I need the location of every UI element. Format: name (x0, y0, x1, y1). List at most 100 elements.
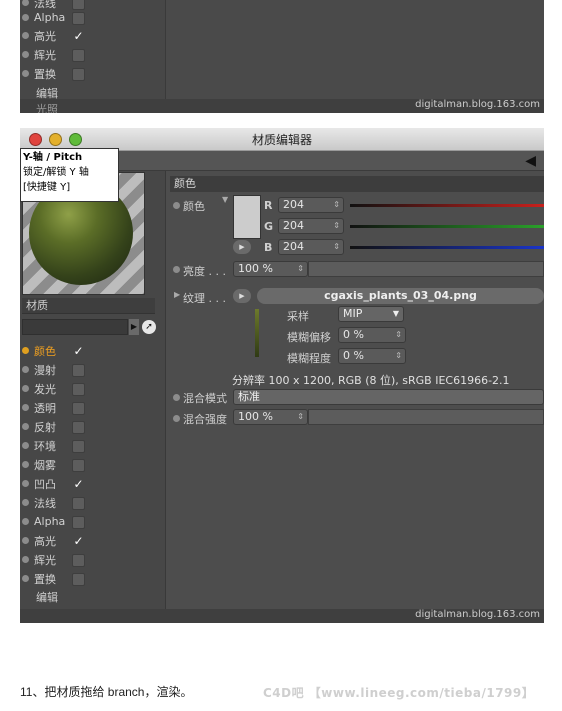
channel-label: 辉光 (34, 553, 56, 567)
mix-strength-field[interactable]: 100 % ⇕ (233, 409, 308, 425)
channel-row[interactable]: Alpha (20, 512, 85, 531)
blur-scale-value: 0 % (343, 349, 364, 362)
channel-row[interactable]: 置换 (20, 569, 85, 588)
channel-row[interactable]: 透明 (20, 398, 85, 417)
pointer-icon[interactable]: ➚ (142, 320, 156, 334)
channel-label: 辉光 (34, 48, 56, 62)
channel-row[interactable]: 颜色 ✓ (20, 341, 84, 360)
texture-file-button[interactable]: cgaxis_plants_03_04.png (257, 288, 544, 304)
channel-row[interactable]: 法线 (20, 493, 85, 512)
blur-scale-field[interactable]: 0 % ⇕ (338, 348, 406, 364)
channel-label: 透明 (34, 401, 56, 415)
g-slider[interactable] (350, 225, 544, 228)
check-icon[interactable]: ✓ (72, 478, 85, 491)
channel-checkbox[interactable] (72, 421, 85, 434)
mix-mode-select[interactable]: 标准 (233, 389, 544, 405)
material-left-panel: 材质 ▶ ➚ 颜色 ✓ 漫射 发光 透明 反射 环境 烟雾 凹凸 ✓ 法线 Alpha 高光 ✓ 辉光 置换编… (20, 171, 166, 623)
channel-checkbox[interactable] (72, 497, 85, 510)
mix-strength-label: 混合强度 (183, 413, 227, 426)
channel-label: 法线 (34, 496, 56, 510)
channel-row[interactable]: 高光 ✓ (20, 531, 84, 550)
mix-mode-dot[interactable] (173, 394, 180, 401)
arrow-left-icon[interactable]: ◀ (525, 153, 536, 169)
triangle-right-icon[interactable]: ▶ (174, 290, 180, 299)
brightness-dot[interactable] (173, 266, 180, 273)
sampling-select[interactable]: MIP ▼ (338, 306, 404, 322)
b-slider[interactable] (350, 246, 544, 249)
g-field[interactable]: 204 ⇕ (278, 218, 344, 234)
chevron-down-icon: ▼ (392, 309, 399, 318)
spinner-icon[interactable]: ⇕ (333, 240, 340, 254)
channel-row[interactable]: 发光 (20, 379, 85, 398)
window-title: 材质编辑器 (251, 133, 312, 147)
blur-offset-field[interactable]: 0 % ⇕ (338, 327, 406, 343)
channel-dot (22, 0, 29, 6)
triangle-down-icon[interactable]: ▼ (222, 195, 228, 204)
r-slider[interactable] (350, 204, 544, 207)
channel-dot (22, 461, 29, 468)
channel-row[interactable]: 辉光 (20, 550, 85, 569)
sampling-label: 采样 (287, 310, 309, 323)
channel-row-glow-top[interactable]: 辉光 (20, 45, 85, 64)
channel-dot (22, 518, 29, 525)
channel-label: 发光 (34, 382, 56, 396)
spinner-icon[interactable]: ⇕ (395, 328, 402, 342)
channel-row[interactable]: 凹凸 ✓ (20, 474, 84, 493)
color-swatch[interactable] (233, 195, 261, 239)
mix-mode-value: 标准 (238, 390, 260, 403)
channel-row[interactable]: 烟雾 (20, 455, 85, 474)
spinner-icon[interactable]: ⇕ (333, 198, 340, 212)
section-header-color: 颜色 (170, 176, 544, 192)
channel-checkbox[interactable] (72, 440, 85, 453)
tooltip-line-2: 锁定/解锁 Y 轴 (23, 167, 89, 178)
channel-checkbox[interactable] (72, 49, 85, 62)
expand-pill-icon[interactable]: ▶ (233, 240, 251, 254)
channel-dot (22, 442, 29, 449)
channel-checkbox[interactable] (72, 364, 85, 377)
channel-row-specular-top[interactable]: 高光 ✓ (20, 26, 84, 45)
channel-label: 置换 (34, 67, 56, 81)
channel-label: 置换 (34, 572, 56, 586)
spinner-icon[interactable]: ⇕ (395, 349, 402, 363)
texture-menu-icon[interactable]: ▶ (233, 289, 251, 303)
material-name-field[interactable] (22, 319, 128, 335)
texture-thumbnail (255, 309, 259, 357)
check-icon[interactable]: ✓ (72, 535, 85, 548)
spinner-icon[interactable]: ⇕ (297, 262, 304, 276)
channel-dot (22, 480, 29, 487)
g-label: G (264, 220, 274, 233)
resolution-info: 分辨率 100 x 1200, RGB (8 位), sRGB IEC61966… (232, 374, 510, 387)
r-field[interactable]: 204 ⇕ (278, 197, 344, 213)
spinner-icon[interactable]: ⇕ (333, 219, 340, 233)
lighting-item-top[interactable]: 光照 (36, 99, 58, 113)
expand-arrow-icon[interactable]: ▶ (129, 319, 139, 335)
editor-item[interactable]: 编辑 (36, 588, 58, 607)
channel-checkbox[interactable] (72, 573, 85, 586)
channel-row-alpha-top[interactable]: Alpha (20, 8, 85, 27)
channel-row[interactable]: 漫射 (20, 360, 85, 379)
channel-dot (22, 575, 29, 582)
check-icon[interactable]: ✓ (72, 345, 85, 358)
color-param-dot[interactable] (173, 202, 180, 209)
mix-strength-slider[interactable] (308, 409, 544, 425)
spinner-icon[interactable]: ⇕ (297, 410, 304, 424)
channel-checkbox[interactable] (72, 383, 85, 396)
mix-strength-dot[interactable] (173, 415, 180, 422)
channel-checkbox[interactable] (72, 402, 85, 415)
channel-checkbox[interactable] (72, 516, 85, 529)
channel-checkbox[interactable] (72, 554, 85, 567)
channel-label: 环境 (34, 439, 56, 453)
brightness-slider[interactable] (308, 261, 544, 277)
b-field[interactable]: 204 ⇕ (278, 239, 344, 255)
channel-row[interactable]: 环境 (20, 436, 85, 455)
channel-checkbox[interactable] (72, 12, 85, 25)
brightness-field[interactable]: 100 % ⇕ (233, 261, 308, 277)
channel-checkbox[interactable] (72, 459, 85, 472)
channel-row-displacement-top[interactable]: 置换 (20, 64, 85, 83)
channel-label: 凹凸 (34, 477, 56, 491)
check-icon[interactable]: ✓ (72, 30, 85, 43)
axis-tooltip: Y-轴 / Pitch 锁定/解锁 Y 轴 [快捷键 Y] (20, 148, 119, 202)
channel-checkbox[interactable] (72, 68, 85, 81)
channel-row[interactable]: 反射 (20, 417, 85, 436)
mix-strength-value: 100 % (238, 410, 273, 423)
